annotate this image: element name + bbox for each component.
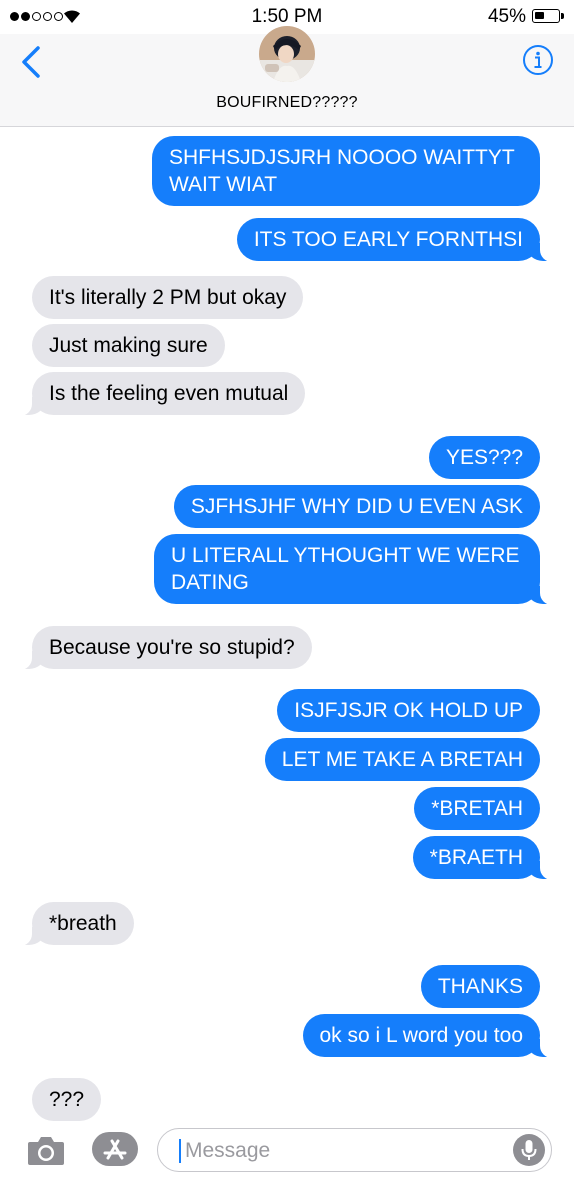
received-message[interactable]: Because you're so stupid? [18,626,312,670]
sent-message[interactable]: LET ME TAKE A BRETAH [264,738,540,781]
battery-percentage: 45% [487,6,526,27]
message-thread[interactable]: SHFHSJDJSJRH NOOOO WAITTYT WAIT WIAT ITS… [0,126,574,1124]
avatar[interactable] [259,26,315,82]
sent-message[interactable]: *BRETAH [414,787,540,830]
sent-message[interactable]: SHFHSJDJSJRH NOOOO WAITTYT WAIT WIAT [152,136,540,206]
info-icon[interactable] [522,44,554,76]
sent-message[interactable]: ok so i L word you too [302,1014,554,1058]
message-input-bar [0,1124,574,1200]
message-input[interactable] [183,1135,497,1167]
text-cursor [179,1139,181,1163]
battery-level [535,12,544,19]
sent-message[interactable]: ISJFJSJR OK HOLD UP [277,689,540,732]
sent-message[interactable]: SJFHSJHF WHY DID U EVEN ASK [173,485,540,528]
received-message[interactable]: ??? [32,1078,102,1121]
received-message[interactable]: *breath [18,902,134,946]
camera-icon[interactable] [26,1132,66,1168]
message-field[interactable] [157,1128,552,1172]
chevron-left-icon[interactable] [18,44,48,80]
sent-message[interactable]: *BRAETH [412,836,555,880]
app-store-icon[interactable] [92,1132,138,1166]
sent-message[interactable]: THANKS [420,965,540,1008]
microphone-icon[interactable] [513,1134,545,1166]
received-message[interactable]: Just making sure [32,324,225,367]
sent-message[interactable]: YES??? [428,436,540,479]
contact-name[interactable]: BOUFIRNED????? [0,94,574,112]
sent-message[interactable]: U LITERALL YTHOUGHT WE WERE DATING [154,534,554,605]
received-message[interactable]: Is the feeling even mutual [17,372,306,416]
battery-icon [532,9,560,23]
received-message[interactable]: It's literally 2 PM but okay [32,276,304,319]
sent-message[interactable]: ITS TOO EARLY FORNTHSI [236,218,555,262]
conversation-header: BOUFIRNED????? [0,26,574,127]
battery-tip [561,13,564,19]
